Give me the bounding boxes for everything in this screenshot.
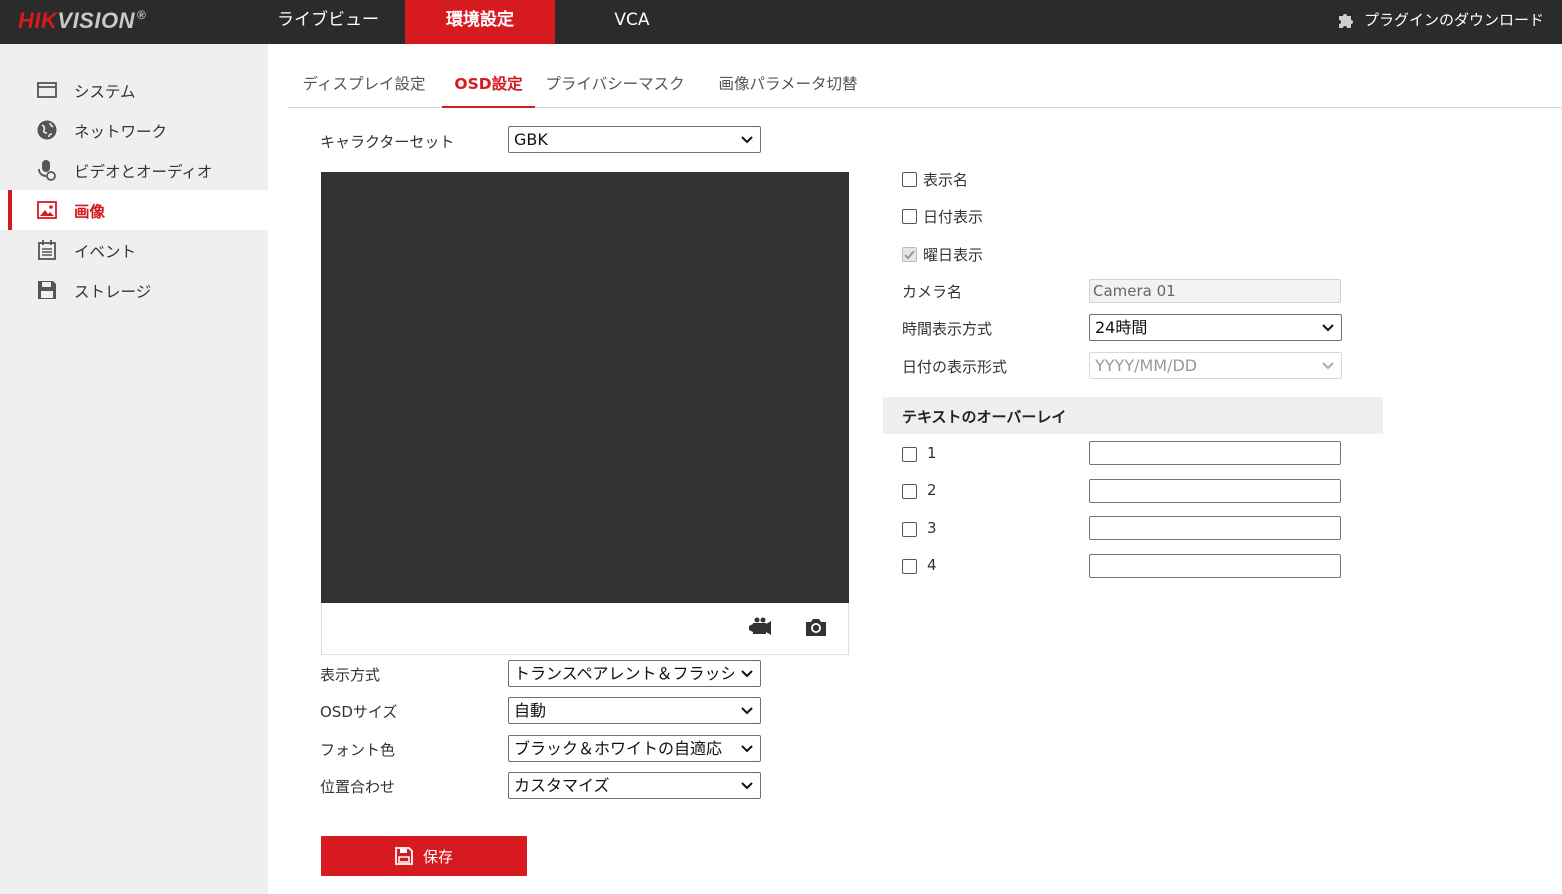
- charset-value: GBK: [514, 130, 548, 149]
- chevron-down-icon: [741, 707, 753, 715]
- top-bar: HIKVISION ® ライブビュー 環境設定 VCA プラグインのダウンロード: [0, 0, 1562, 44]
- video-preview[interactable]: [321, 172, 849, 603]
- plugin-download-label: プラグインのダウンロード: [1363, 11, 1544, 29]
- osd-size-label: OSDサイズ: [320, 703, 398, 721]
- sidebar-item-label: ビデオとオーディオ: [74, 163, 213, 181]
- display-mode-select[interactable]: トランスペアレント＆フラッシング: [508, 660, 761, 687]
- sidebar-item-event[interactable]: イベント: [0, 230, 268, 270]
- nav-tab-live-view[interactable]: ライブビュー: [253, 0, 403, 44]
- plugin-download-link[interactable]: プラグインのダウンロード: [1336, 9, 1544, 30]
- osd-size-select[interactable]: 自動: [508, 697, 761, 724]
- logo-text-hik: HIK: [18, 8, 58, 33]
- save-button-label: 保存: [422, 847, 453, 866]
- microphone-icon: [38, 160, 56, 181]
- sidebar-item-storage[interactable]: ストレージ: [0, 270, 268, 310]
- sidebar-item-image[interactable]: 画像: [0, 190, 268, 230]
- overlay-3-label: 3: [927, 519, 937, 537]
- charset-select[interactable]: GBK: [508, 126, 761, 153]
- alignment-label: 位置合わせ: [320, 778, 396, 796]
- camera-snapshot-icon[interactable]: [804, 615, 828, 639]
- chevron-down-icon: [741, 745, 753, 753]
- overlay-4-input[interactable]: [1089, 554, 1341, 578]
- sidebar-item-system[interactable]: システム: [0, 70, 268, 110]
- tab-image-parameter-switch[interactable]: 画像パラメータ切替: [708, 62, 868, 108]
- font-color-value: ブラック＆ホワイトの自適応: [514, 739, 723, 758]
- chevron-down-icon: [741, 670, 753, 678]
- overlay-3-input[interactable]: [1089, 516, 1341, 540]
- show-date-label: 日付表示: [923, 208, 984, 226]
- chevron-down-icon: [741, 136, 753, 144]
- show-name-label: 表示名: [923, 171, 969, 189]
- show-week-label: 曜日表示: [923, 246, 984, 264]
- display-mode-value: トランスペアレント＆フラッシング: [514, 664, 734, 683]
- tab-display-settings[interactable]: ディスプレイ設定: [288, 62, 440, 108]
- overlay-1-input[interactable]: [1089, 441, 1341, 465]
- sub-tab-bar: ディスプレイ設定 OSD設定 プライバシーマスク 画像パラメータ切替: [288, 62, 1562, 108]
- overlay-3-checkbox[interactable]: [902, 522, 917, 537]
- display-mode-label: 表示方式: [320, 666, 381, 684]
- overlay-2-input[interactable]: [1089, 479, 1341, 503]
- sidebar-item-label: 画像: [74, 203, 106, 221]
- chevron-down-icon: [741, 782, 753, 790]
- sidebar: システム ネットワーク ビデオとオーディオ 画像 イベント ストレージ: [0, 44, 268, 894]
- overlay-4-checkbox[interactable]: [902, 559, 917, 574]
- date-format-value: YYYY/MM/DD: [1095, 356, 1198, 375]
- nav-tab-vca[interactable]: VCA: [557, 0, 707, 44]
- tab-privacy-mask[interactable]: プライバシーマスク: [538, 62, 692, 108]
- chevron-down-icon: [1322, 362, 1334, 370]
- nav-tab-configuration[interactable]: 環境設定: [405, 0, 555, 44]
- camera-name-input[interactable]: Camera 01: [1089, 279, 1341, 303]
- monitor-icon: [37, 82, 57, 98]
- sidebar-item-label: ストレージ: [74, 283, 152, 301]
- show-name-checkbox[interactable]: [902, 172, 917, 187]
- overlay-1-label: 1: [927, 444, 937, 462]
- overlay-2-checkbox[interactable]: [902, 484, 917, 499]
- overlay-4-label: 4: [927, 556, 937, 574]
- video-record-icon[interactable]: [748, 615, 772, 639]
- globe-icon: [37, 120, 57, 140]
- font-color-label: フォント色: [320, 741, 396, 759]
- image-icon: [37, 201, 57, 219]
- time-format-value: 24時間: [1095, 318, 1148, 337]
- charset-label: キャラクターセット: [320, 133, 455, 151]
- puzzle-icon: [1338, 13, 1353, 28]
- text-overlay-title: テキストのオーバーレイ: [902, 408, 1067, 426]
- video-toolbar: [321, 603, 849, 655]
- tab-osd-settings[interactable]: OSD設定: [442, 62, 535, 108]
- osd-size-value: 自動: [514, 701, 547, 720]
- show-date-checkbox[interactable]: [902, 209, 917, 224]
- logo-registered-mark: ®: [136, 8, 147, 22]
- overlay-1-checkbox[interactable]: [902, 447, 917, 462]
- checkmark-icon: [904, 250, 915, 260]
- logo-text-vision: VISION: [57, 8, 135, 33]
- text-overlay-section-header: テキストのオーバーレイ: [883, 397, 1383, 434]
- date-format-select[interactable]: YYYY/MM/DD: [1089, 352, 1342, 379]
- sidebar-item-network[interactable]: ネットワーク: [0, 110, 268, 150]
- alignment-value: カスタマイズ: [514, 776, 610, 795]
- date-format-label: 日付の表示形式: [902, 358, 1008, 376]
- time-format-select[interactable]: 24時間: [1089, 314, 1342, 341]
- chevron-down-icon: [1322, 324, 1334, 332]
- floppy-disk-icon: [395, 847, 413, 865]
- show-week-checkbox[interactable]: [902, 247, 917, 262]
- font-color-select[interactable]: ブラック＆ホワイトの自適応: [508, 735, 761, 762]
- alignment-select[interactable]: カスタマイズ: [508, 772, 761, 799]
- sidebar-item-video-audio[interactable]: ビデオとオーディオ: [0, 150, 268, 190]
- sidebar-item-label: イベント: [74, 243, 137, 261]
- camera-name-label: カメラ名: [902, 283, 963, 301]
- sidebar-item-label: システム: [74, 83, 136, 101]
- overlay-2-label: 2: [927, 481, 937, 499]
- floppy-disk-icon: [38, 281, 56, 299]
- time-format-label: 時間表示方式: [902, 320, 993, 338]
- sidebar-item-label: ネットワーク: [74, 123, 168, 141]
- save-button[interactable]: 保存: [321, 836, 527, 876]
- hikvision-logo: HIKVISION ®: [18, 8, 146, 34]
- calendar-icon: [38, 240, 56, 260]
